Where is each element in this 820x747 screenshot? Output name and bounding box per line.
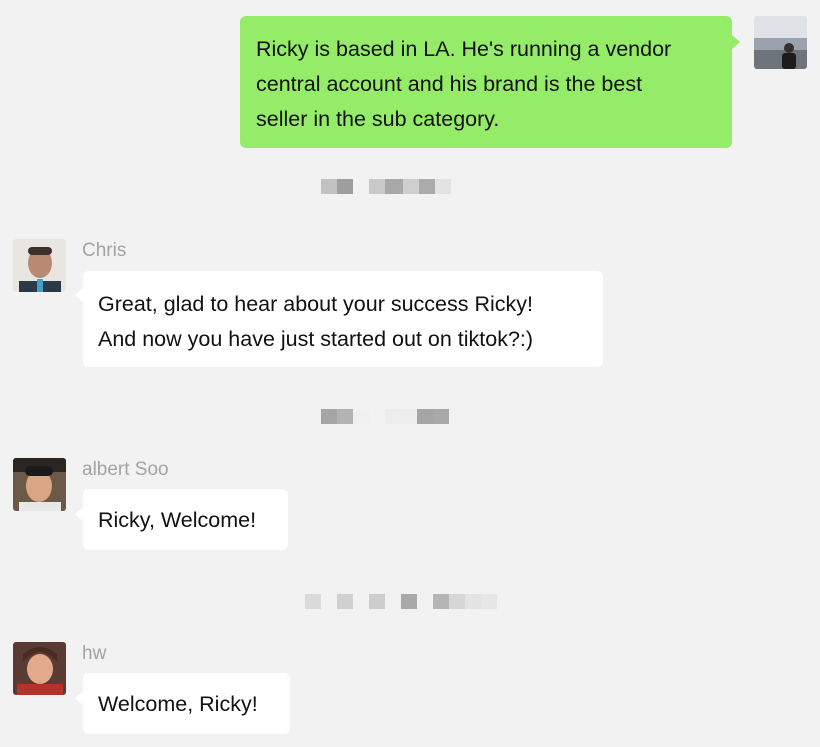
message-bubble-other[interactable]: Welcome, Ricky! bbox=[83, 673, 290, 734]
bubble-tail bbox=[75, 507, 83, 521]
sender-name: hw bbox=[82, 643, 107, 664]
message-bubble-other[interactable]: Ricky, Welcome! bbox=[83, 489, 288, 550]
albert-avatar[interactable] bbox=[13, 458, 66, 511]
bubble-tail bbox=[75, 288, 83, 302]
redacted-timestamp bbox=[305, 594, 497, 609]
avatar-photo-icon bbox=[13, 458, 66, 511]
sender-name: Chris bbox=[82, 240, 127, 261]
message-line: And now you have just started out on tik… bbox=[98, 327, 534, 351]
message-line: central account and his brand is the bes… bbox=[256, 72, 643, 96]
message-line: Ricky is based in LA. He's running a ven… bbox=[256, 37, 672, 61]
message-bubble-other[interactable]: Great, glad to hear about your success R… bbox=[83, 271, 603, 367]
message-bubble-self[interactable]: Ricky is based in LA. He's running a ven… bbox=[240, 16, 732, 148]
redacted-timestamp bbox=[321, 409, 449, 424]
redacted-timestamp bbox=[321, 179, 451, 194]
avatar-photo-icon bbox=[13, 642, 66, 695]
sender-name: albert Soo bbox=[82, 459, 169, 480]
message-line: Ricky, Welcome! bbox=[98, 508, 257, 532]
message-line: Welcome, Ricky! bbox=[98, 692, 258, 716]
self-avatar[interactable] bbox=[754, 16, 807, 69]
bubble-tail bbox=[75, 691, 83, 705]
bubble-tail bbox=[732, 35, 740, 49]
avatar-photo-icon bbox=[13, 239, 66, 292]
message-line: seller in the sub category. bbox=[256, 107, 500, 131]
message-line: Great, glad to hear about your success R… bbox=[98, 292, 533, 316]
hw-avatar[interactable] bbox=[13, 642, 66, 695]
chris-avatar[interactable] bbox=[13, 239, 66, 292]
avatar-photo-icon bbox=[754, 16, 807, 69]
